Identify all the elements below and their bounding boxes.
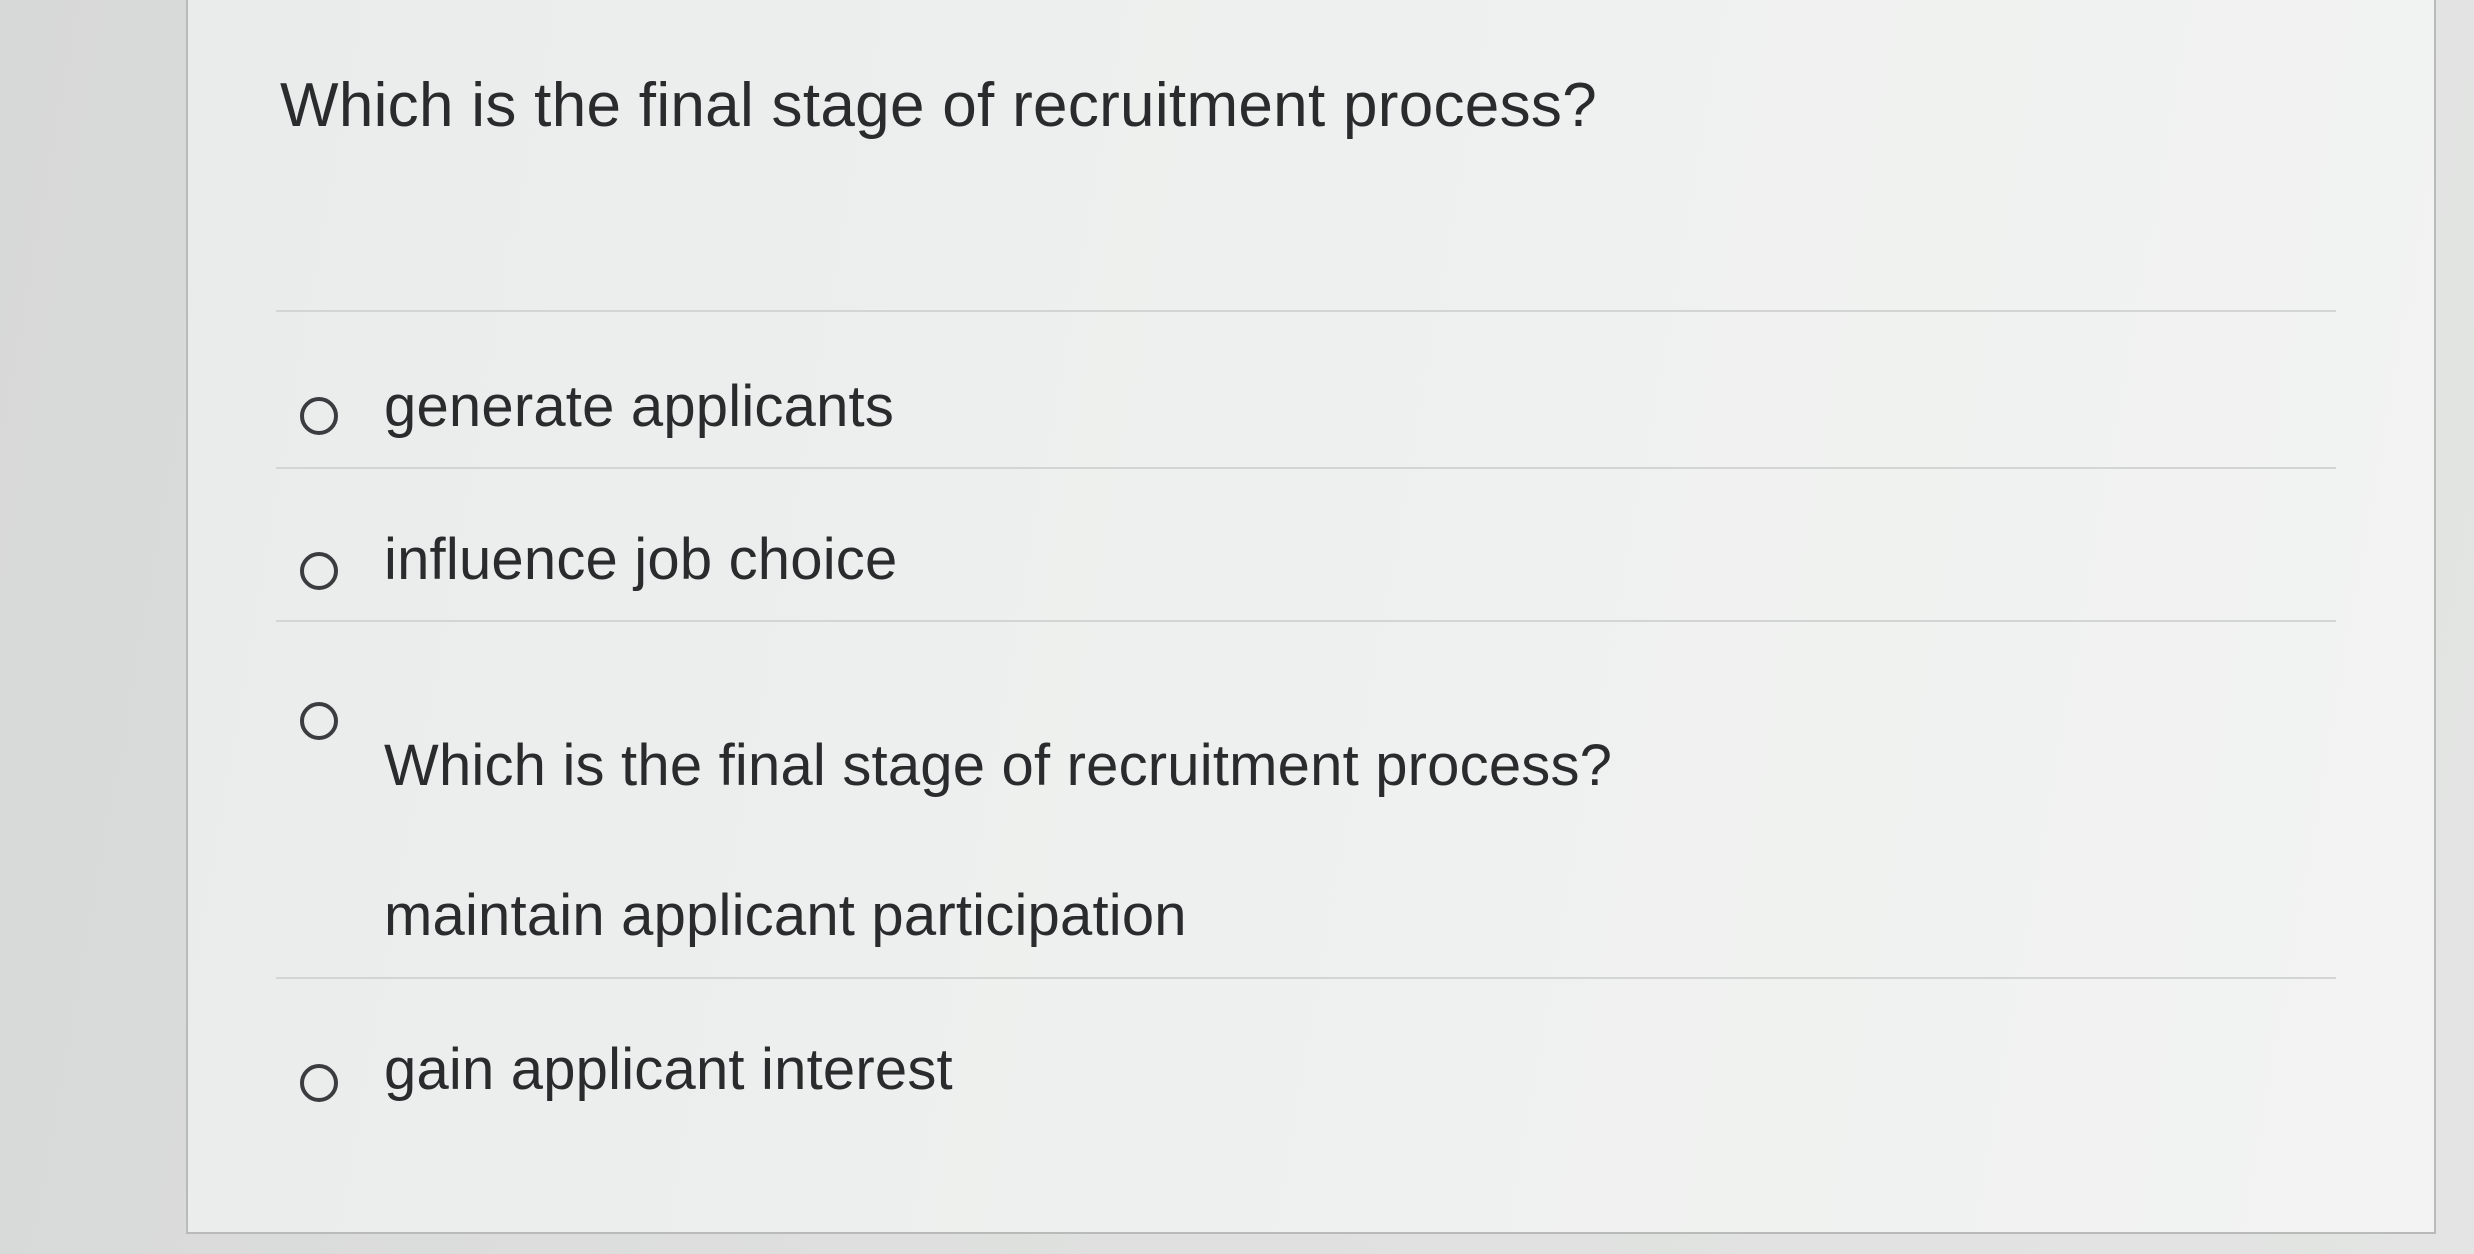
option-divider	[276, 977, 2336, 979]
option-divider	[276, 620, 2336, 622]
answer-option-label: generate applicants	[384, 373, 894, 440]
question-text: Which is the final stage of recruitment …	[280, 71, 1597, 140]
radio-button-icon[interactable]	[300, 397, 338, 435]
radio-button-icon[interactable]	[300, 552, 338, 590]
question-divider	[276, 310, 2336, 312]
radio-button-icon[interactable]	[300, 702, 338, 740]
answer-option-label: influence job choice	[384, 526, 897, 593]
answer-option-label: Which is the final stage of recruitment …	[384, 732, 1612, 949]
radio-button-icon[interactable]	[300, 1064, 338, 1102]
option-divider	[276, 467, 2336, 469]
answer-option-label-line: maintain applicant participation	[384, 883, 1187, 948]
answer-option-label-line: Which is the final stage of recruitment …	[384, 733, 1613, 798]
quiz-question-panel: Which is the final stage of recruitment …	[186, 0, 2436, 1234]
answer-option-label: gain applicant interest	[384, 1036, 953, 1103]
answer-option-label-line: influence job choice	[384, 527, 898, 592]
answer-option-label-line: generate applicants	[384, 374, 895, 439]
answer-option-label-line: gain applicant interest	[384, 1037, 953, 1102]
